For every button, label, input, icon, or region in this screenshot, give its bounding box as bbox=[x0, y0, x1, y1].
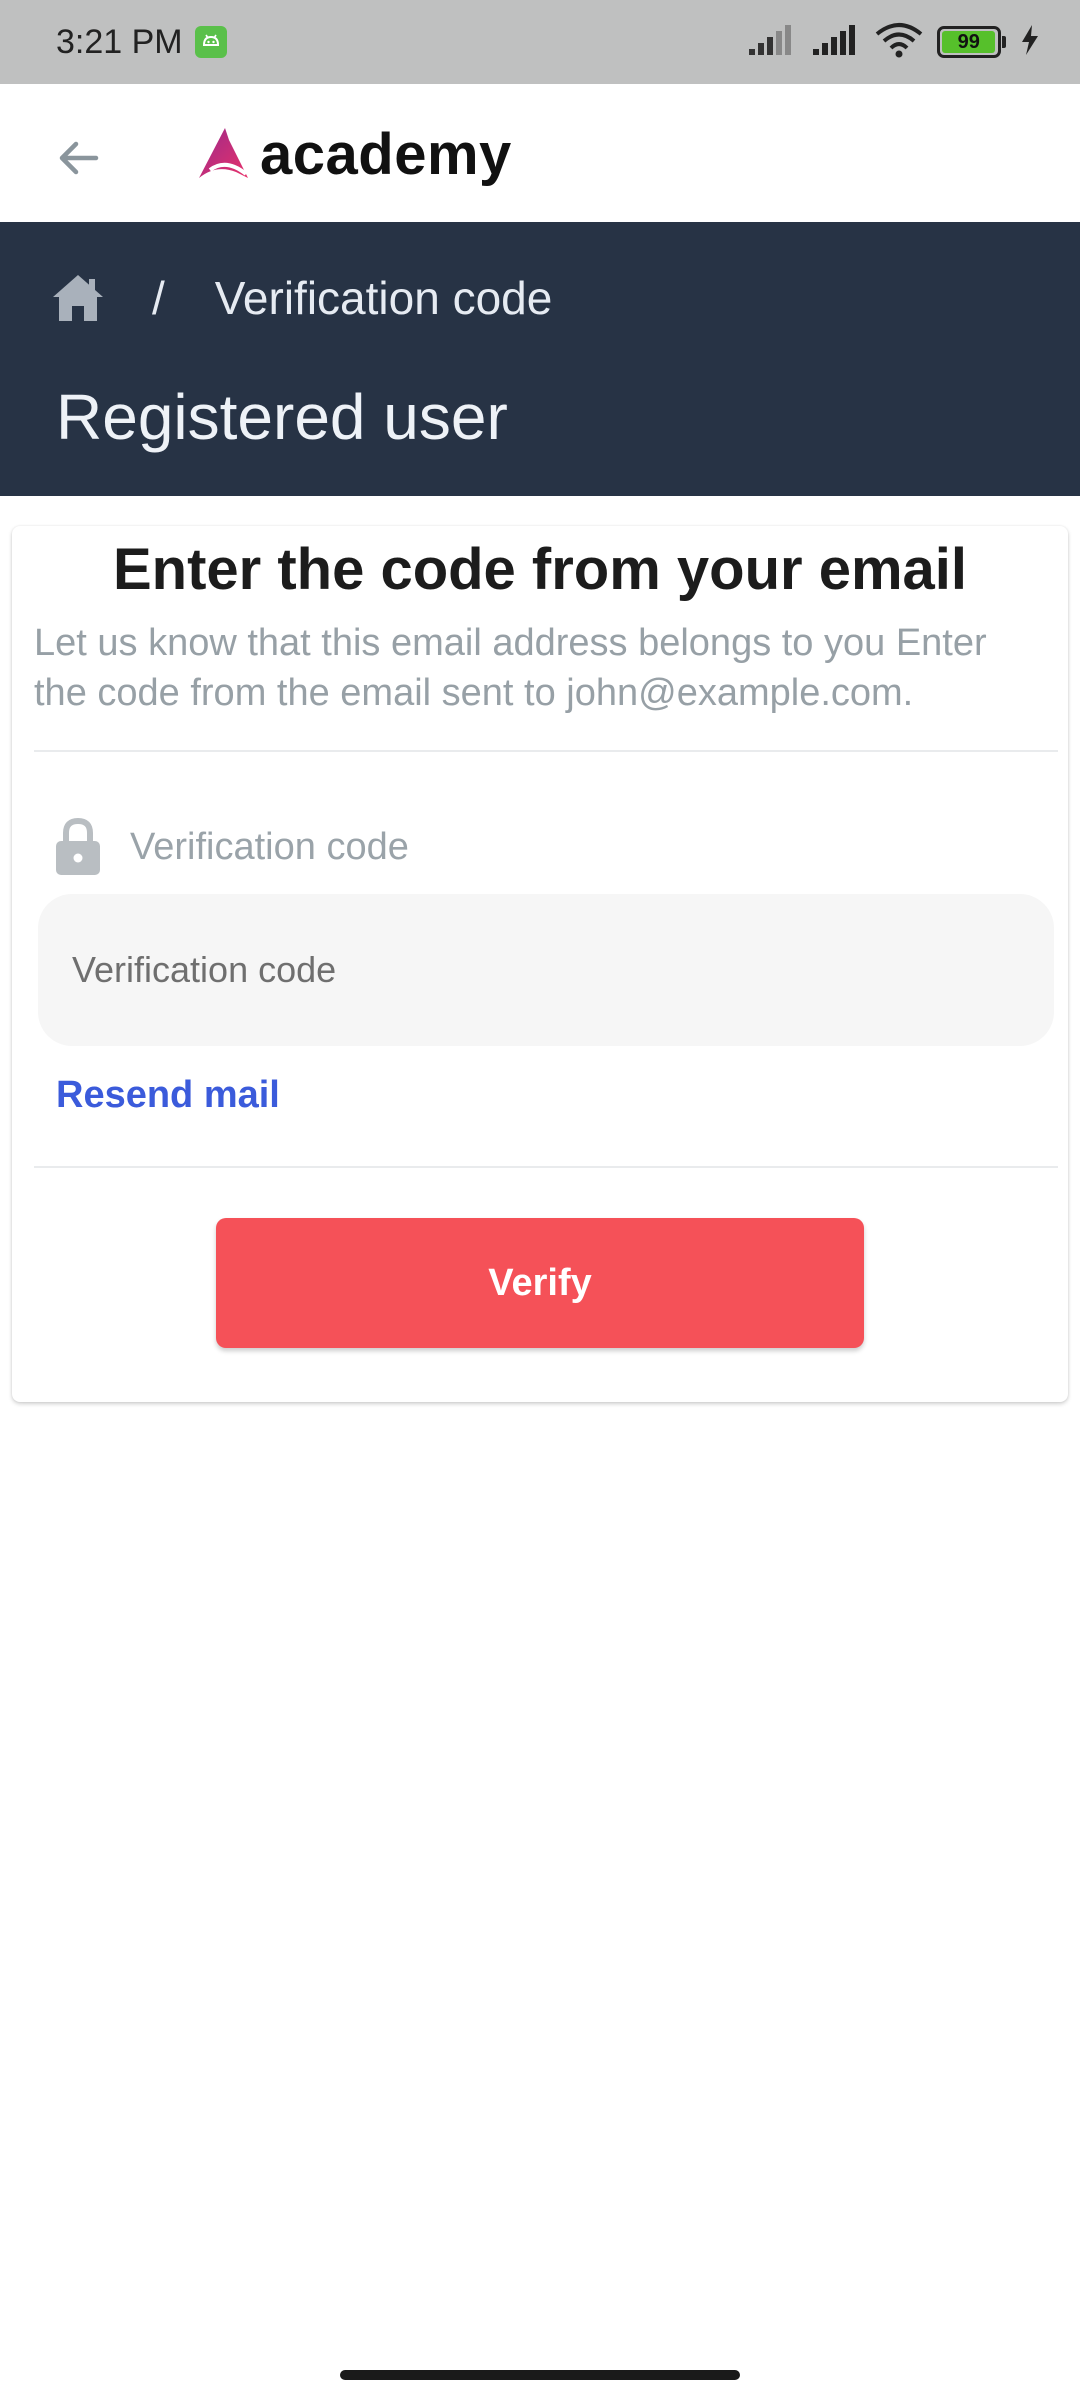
charging-icon bbox=[1020, 24, 1040, 61]
app-bar: academy bbox=[0, 84, 1080, 222]
back-button[interactable] bbox=[48, 128, 108, 188]
verification-card: Enter the code from your email Let us kn… bbox=[12, 526, 1068, 1402]
home-indicator[interactable] bbox=[340, 2370, 740, 2380]
logo-text: academy bbox=[260, 121, 512, 187]
status-bar: 3:21 PM 99 bbox=[0, 0, 1080, 84]
divider bbox=[34, 1166, 1058, 1168]
verify-button[interactable]: Verify bbox=[216, 1218, 864, 1348]
field-label: Verification code bbox=[130, 825, 409, 868]
field-label-row: Verification code bbox=[52, 816, 409, 878]
breadcrumb-separator: / bbox=[152, 272, 165, 324]
verification-code-input[interactable] bbox=[38, 894, 1054, 1046]
breadcrumb-current: Verification code bbox=[214, 272, 553, 324]
wifi-icon bbox=[875, 22, 923, 63]
lock-icon bbox=[52, 816, 104, 878]
home-icon[interactable] bbox=[50, 270, 106, 326]
signal-icon bbox=[811, 23, 861, 62]
battery-icon: 99 bbox=[937, 26, 1006, 58]
card-heading: Enter the code from your email bbox=[112, 537, 968, 602]
signal-icon bbox=[747, 23, 797, 62]
divider bbox=[34, 750, 1058, 752]
status-left: 3:21 PM bbox=[56, 23, 227, 62]
academy-logo: academy bbox=[196, 114, 512, 194]
status-time: 3:21 PM bbox=[56, 22, 183, 61]
arrow-left-icon bbox=[59, 141, 99, 175]
android-notification-icon bbox=[194, 26, 227, 58]
resend-mail-link[interactable]: Resend mail bbox=[56, 1074, 280, 1117]
card-description: Let us know that this email address belo… bbox=[34, 622, 987, 714]
academy-logo-icon bbox=[199, 128, 248, 178]
battery-level: 99 bbox=[942, 31, 996, 53]
status-right: 99 bbox=[747, 22, 1040, 63]
page-title: Registered user bbox=[56, 381, 508, 453]
page-header: / Verification code Registered user bbox=[0, 222, 1080, 496]
breadcrumb: / Verification code bbox=[50, 270, 552, 326]
